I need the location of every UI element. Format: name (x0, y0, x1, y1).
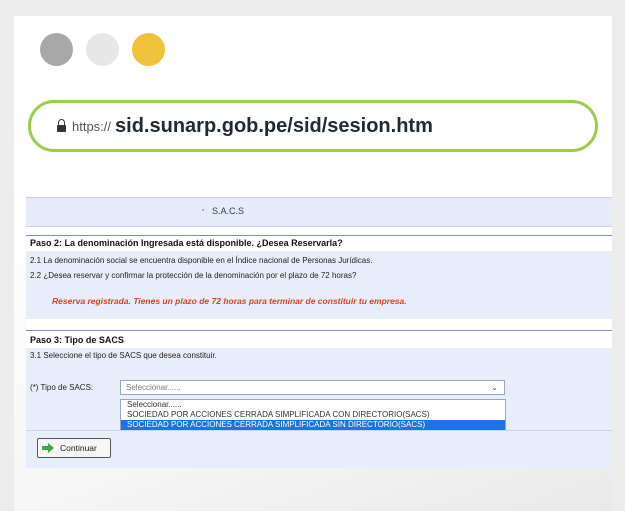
sacs-type-select-value: Seleccionar...... (126, 383, 181, 392)
url-protocol: https:// (72, 118, 112, 134)
form-title: S.A.C.S (212, 206, 245, 216)
divider (26, 235, 612, 236)
sacs-type-dropdown: Seleccionar...... SOCIEDAD POR ACCIONES … (120, 399, 506, 431)
sacs-form: ▪ S.A.C.S Paso 2: La denominación Ingres… (26, 185, 612, 468)
reservation-warning: Reserva registrada. Tienes un plazo de 7… (52, 296, 407, 306)
chevron-down-icon: ⌄ (491, 383, 498, 392)
sacs-type-select[interactable]: Seleccionar...... ⌄ (120, 380, 505, 395)
address-bar[interactable]: https:// sid.sunarp.gob.pe/sid/sesion.ht… (28, 100, 598, 152)
button-bar: Continuar (26, 430, 612, 468)
step2-panel: 2.1 La denominación social se encuentra … (26, 251, 612, 319)
continue-button-label: Continuar (60, 443, 97, 453)
bullet-icon: ▪ (202, 207, 205, 214)
window-close-dot[interactable] (40, 33, 73, 66)
step2-heading: Paso 2: La denominación Ingresada está d… (30, 238, 343, 248)
sacs-type-label: (*) Tipo de SACS: (30, 383, 94, 392)
arrow-right-icon (42, 443, 55, 453)
window-minimize-dot[interactable] (86, 33, 119, 66)
step3-heading: Paso 3: Tipo de SACS (30, 335, 124, 345)
dropdown-option-highlighted[interactable]: SOCIEDAD POR ACCIONES CERRADA SIMPLIFICA… (121, 420, 505, 430)
dropdown-option[interactable]: SOCIEDAD POR ACCIONES CERRADA SIMPLIFICA… (121, 410, 505, 420)
url-host: sid.sunarp.gob.pe/sid/sesion.htm (115, 114, 433, 137)
web-content: ▪ S.A.C.S Paso 2: La denominación Ingres… (14, 185, 612, 511)
step2-line1: 2.1 La denominación social se encuentra … (30, 256, 373, 265)
divider (26, 330, 612, 331)
step3-line1: 3.1 Seleccione el tipo de SACS que desea… (30, 351, 217, 360)
lock-icon (57, 118, 66, 132)
window-maximize-dot[interactable] (132, 33, 165, 66)
continue-button[interactable]: Continuar (37, 438, 111, 458)
form-title-bar: ▪ S.A.C.S (26, 197, 612, 227)
dropdown-option[interactable]: Seleccionar...... (121, 400, 505, 410)
step2-line2: 2.2 ¿Desea reservar y confirmar la prote… (30, 271, 357, 280)
